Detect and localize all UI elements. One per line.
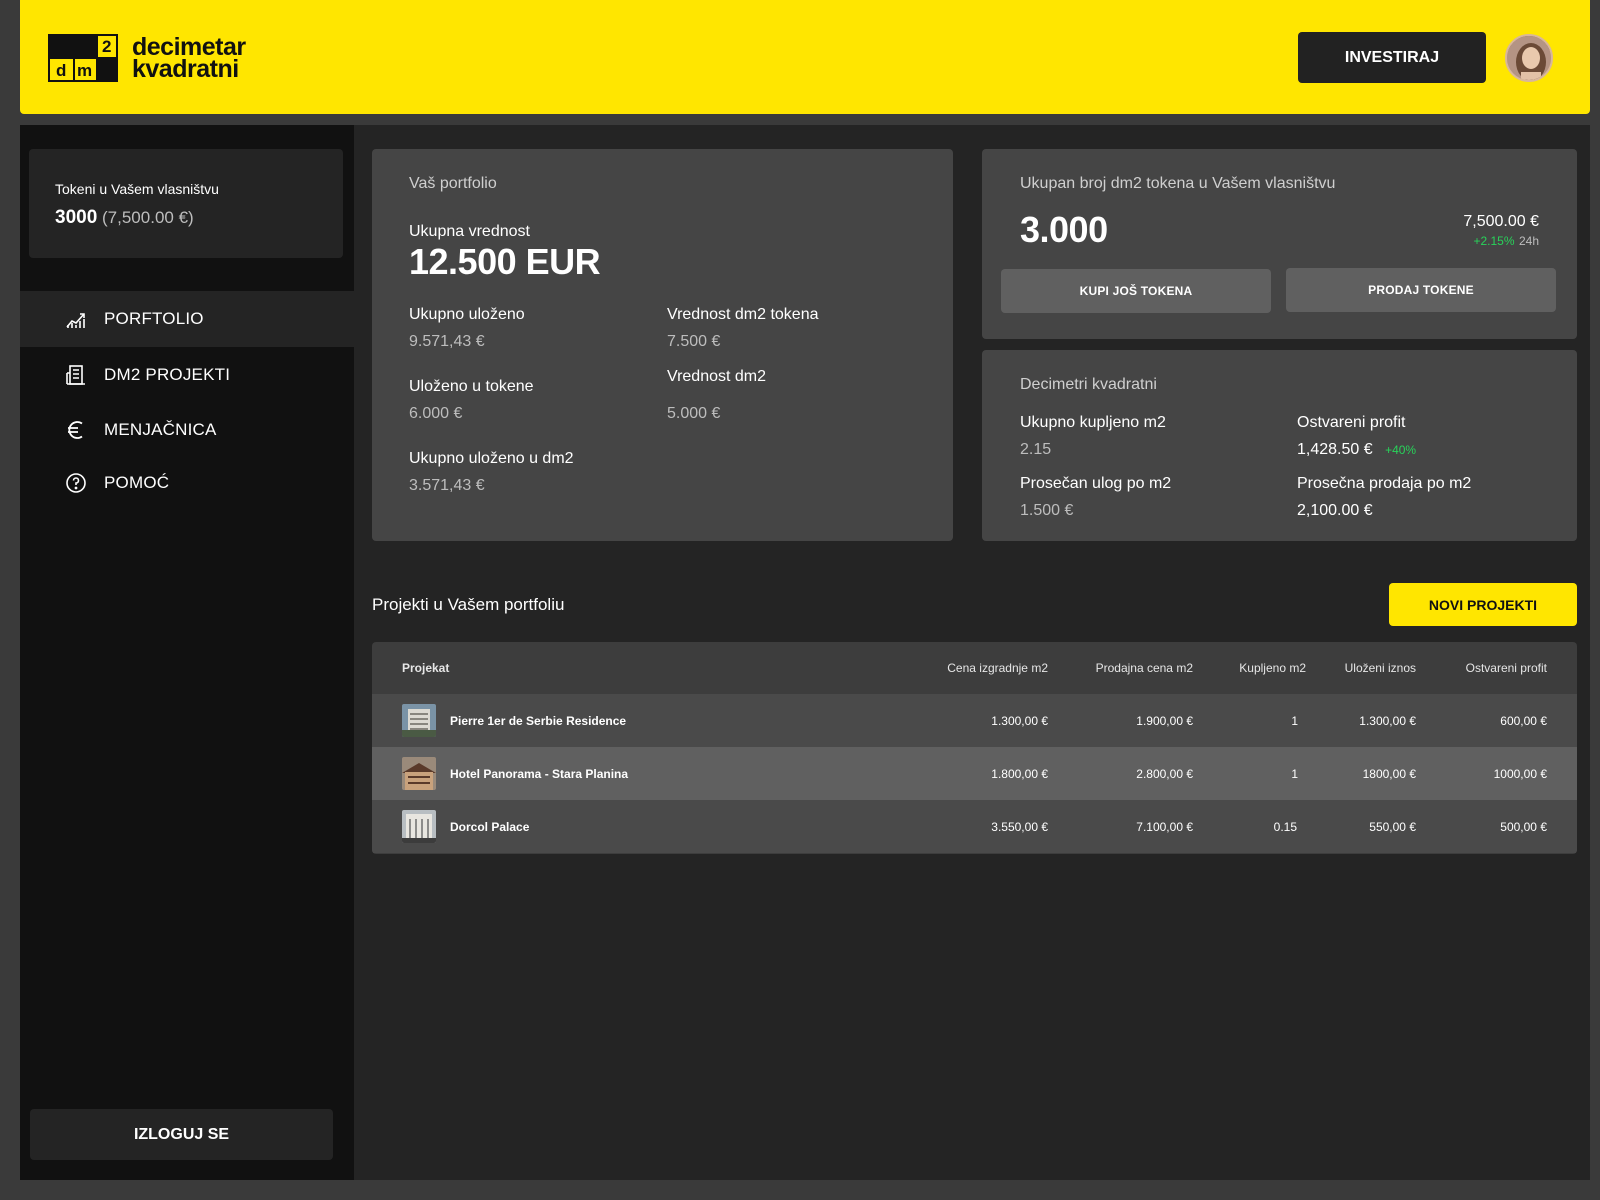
avg-in-label: Prosečan ulog po m2 [1020, 475, 1172, 492]
in-dm2-value: 3.571,43 € [409, 477, 485, 494]
logout-button[interactable]: IZLOGUJ SE [30, 1109, 333, 1160]
table-row[interactable]: Pierre 1er de Serbie Residence 1.300,00 … [372, 694, 1577, 747]
profit-value: 1,428.50 € [1297, 441, 1373, 458]
invested-value: 9.571,43 € [409, 333, 485, 350]
profit-label: Ostvareni profit [1297, 414, 1406, 431]
logo-mark: 2 d m [48, 34, 118, 82]
tokens-card-title: Ukupan broj dm2 tokena u Vašem vlasništv… [1020, 175, 1336, 192]
top-header: 2 d m decimetar kvadratni INVESTIRAJ [20, 0, 1590, 114]
dm2-value: 5.000 € [667, 405, 721, 422]
avatar[interactable] [1505, 34, 1553, 82]
projects-table: Projekat Cena izgradnje m2 Prodajna cena… [372, 642, 1577, 854]
in-dm2-label: Ukupno uloženo u dm2 [409, 450, 574, 467]
col-invested[interactable]: Uloženi iznos [1345, 661, 1416, 675]
help-icon [66, 473, 86, 493]
project-thumbnail [402, 810, 436, 843]
col-sale-price[interactable]: Prodajna cena m2 [1096, 661, 1193, 675]
invested-amount: 1.300,00 € [1359, 713, 1416, 728]
dm2-value-label: Vrednost dm2 [667, 368, 767, 385]
new-projects-button[interactable]: NOVI PROJEKTI [1389, 583, 1577, 626]
invest-button[interactable]: INVESTIRAJ [1298, 32, 1486, 83]
build-price: 3.550,00 € [991, 819, 1048, 834]
tokens-count: 3.000 [1020, 209, 1108, 250]
project-name: Pierre 1er de Serbie Residence [450, 713, 627, 728]
in-tokens-value: 6.000 € [409, 405, 463, 422]
sale-price: 7.100,00 € [1136, 819, 1193, 834]
logo[interactable]: 2 d m decimetar kvadratni [48, 34, 246, 82]
col-profit[interactable]: Ostvareni profit [1466, 661, 1547, 675]
sidebar-item-pomoc[interactable]: POMOĆ [20, 455, 354, 511]
portfolio-title: Vaš portfolio [409, 175, 497, 192]
bought-m2: 1 [1291, 713, 1298, 728]
project-thumbnail [402, 757, 436, 790]
project-name: Hotel Panorama - Stara Planina [450, 766, 629, 781]
token-value: 7.500 € [667, 333, 721, 350]
building-icon [66, 365, 85, 385]
sale-price: 2.800,00 € [1136, 766, 1193, 781]
col-bought[interactable]: Kupljeno m2 [1239, 661, 1306, 675]
sidebar-item-menjacnica[interactable]: MENJAČNICA [20, 402, 354, 458]
build-price: 1.300,00 € [991, 713, 1048, 728]
build-price: 1.800,00 € [991, 766, 1048, 781]
bought-m2: 0.15 [1273, 819, 1297, 834]
bought-m2: 1 [1291, 766, 1298, 781]
tokens-change: +2.15% [1473, 234, 1515, 248]
main-frame: Tokeni u Vašem vlasništvu 3000 (7,500.00… [20, 125, 1590, 1180]
tokens-value: 7,500.00 € [1463, 213, 1539, 230]
profit-change: +40% [1385, 443, 1417, 457]
tokens-value-block: 7,500.00 € +2.15% 24h [1463, 213, 1539, 250]
logo-text: decimetar kvadratni [132, 33, 246, 83]
profit-amount: 1000,00 € [1493, 766, 1547, 781]
bought-value: 2.15 [1020, 441, 1052, 458]
in-tokens-label: Uloženo u tokene [409, 378, 534, 395]
table-row[interactable]: Hotel Panorama - Stara Planina 1.800,00 … [372, 747, 1577, 800]
profit-amount: 600,00 € [1500, 713, 1547, 728]
tokens-card: Ukupan broj dm2 tokena u Vašem vlasništv… [982, 149, 1577, 339]
sidebar-item-portfolio[interactable]: PORFTOLIO [20, 291, 354, 347]
dm2-card-title: Decimetri kvadratni [1020, 376, 1157, 393]
avg-in-value: 1.500 € [1020, 502, 1074, 519]
owned-tokens-label: Tokeni u Vašem vlasništvu [55, 181, 219, 197]
col-build-price[interactable]: Cena izgradnje m2 [947, 661, 1048, 675]
chart-icon [66, 313, 85, 328]
portfolio-card: Vaš portfolio Ukupna vrednost 12.500 EUR… [372, 149, 953, 541]
sell-tokens-button[interactable]: PRODAJ TOKENE [1286, 268, 1556, 312]
invested-amount: 550,00 € [1369, 819, 1416, 834]
owned-tokens-card: Tokeni u Vašem vlasništvu 3000 (7,500.00… [29, 149, 343, 258]
sale-price: 1.900,00 € [1136, 713, 1193, 728]
sidebar-item-dm2-projekti[interactable]: DM2 PROJEKTI [20, 347, 354, 403]
table-row[interactable]: Dorcol Palace 3.550,00 € 7.100,00 € 0.15… [372, 800, 1577, 853]
projects-section-title: Projekti u Vašem portfoliu [372, 595, 565, 614]
invested-amount: 1800,00 € [1362, 766, 1416, 781]
euro-icon [68, 421, 83, 439]
avg-sale-label: Prosečna prodaja po m2 [1297, 475, 1472, 492]
col-projekat[interactable]: Projekat [402, 661, 449, 675]
project-thumbnail [402, 704, 436, 737]
owned-tokens-value: 3000 (7,500.00 €) [55, 207, 194, 228]
project-name: Dorcol Palace [450, 819, 530, 834]
profit-amount: 500,00 € [1500, 819, 1547, 834]
total-value-label: Ukupna vrednost [409, 223, 530, 240]
token-value-label: Vrednost dm2 tokena [667, 306, 819, 323]
sidebar: Tokeni u Vašem vlasništvu 3000 (7,500.00… [20, 125, 354, 1180]
total-value: 12.500 EUR [409, 241, 601, 282]
bought-label: Ukupno kupljeno m2 [1020, 414, 1166, 431]
buy-tokens-button[interactable]: KUPI JOŠ TOKENA [1001, 269, 1271, 313]
avg-sale-value: 2,100.00 € [1297, 502, 1373, 519]
dm2-card: Decimetri kvadratni Ukupno kupljeno m2 2… [982, 350, 1577, 541]
tokens-period: 24h [1518, 234, 1539, 248]
invested-label: Ukupno uloženo [409, 306, 525, 323]
profit-value-block: 1,428.50 € +40% [1297, 441, 1416, 459]
table-header: Projekat Cena izgradnje m2 Prodajna cena… [372, 642, 1577, 694]
